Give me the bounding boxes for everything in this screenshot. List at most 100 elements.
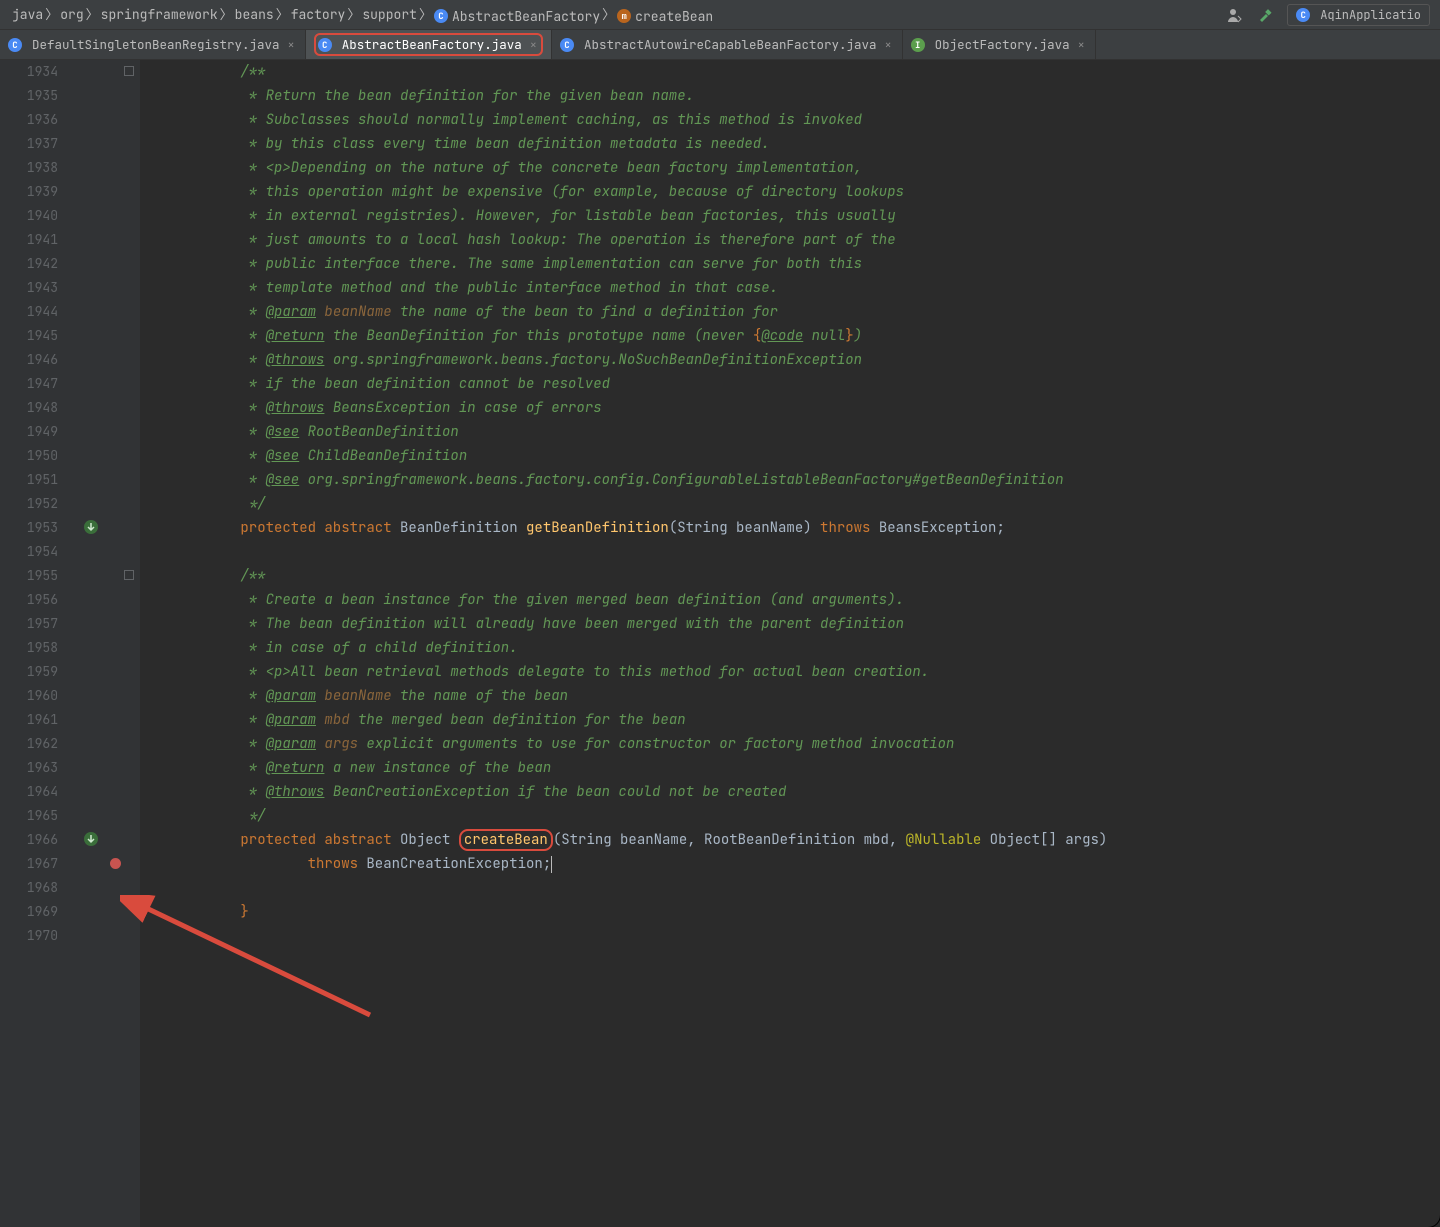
margin-row[interactable]	[70, 540, 140, 564]
code-line[interactable]: * template method and the public interfa…	[148, 276, 1440, 300]
code-line[interactable]: * by this class every time bean definiti…	[148, 132, 1440, 156]
code-line[interactable]: /**	[148, 60, 1440, 84]
code-line[interactable]: * @param beanName the name of the bean t…	[148, 300, 1440, 324]
code-line[interactable]: * The bean definition will already have …	[148, 612, 1440, 636]
breadcrumb-item[interactable]: CAbstractBeanFactory	[432, 8, 602, 25]
code-line[interactable]: * @return the BeanDefinition for this pr…	[148, 324, 1440, 348]
margin-row[interactable]	[70, 468, 140, 492]
breadcrumb-item[interactable]: java	[10, 6, 45, 23]
code-line[interactable]: * Subclasses should normally implement c…	[148, 108, 1440, 132]
code-line[interactable]: * public interface there. The same imple…	[148, 252, 1440, 276]
margin-row[interactable]	[70, 588, 140, 612]
margin-row[interactable]	[70, 612, 140, 636]
code-line[interactable]: * Create a bean instance for the given m…	[148, 588, 1440, 612]
code-line[interactable]: * @param args explicit arguments to use …	[148, 732, 1440, 756]
margin-row[interactable]	[70, 708, 140, 732]
run-config-selector[interactable]: C AqinApplicatio	[1287, 4, 1430, 26]
margin-row[interactable]	[70, 756, 140, 780]
code-line[interactable]: * @param mbd the merged bean definition …	[148, 708, 1440, 732]
editor-tab[interactable]: CAbstractBeanFactory.java×	[306, 30, 552, 59]
code-line[interactable]: * <p>All bean retrieval methods delegate…	[148, 660, 1440, 684]
code-line[interactable]: * @param beanName the name of the bean	[148, 684, 1440, 708]
margin-row[interactable]	[70, 372, 140, 396]
breadcrumb-item[interactable]: org	[58, 6, 85, 23]
margin-row[interactable]	[70, 516, 140, 540]
fold-icon[interactable]	[124, 66, 134, 76]
code-line[interactable]: */	[148, 804, 1440, 828]
code-line[interactable]: * @see org.springframework.beans.factory…	[148, 468, 1440, 492]
margin-row[interactable]	[70, 252, 140, 276]
margin-row[interactable]	[70, 84, 140, 108]
build-icon[interactable]	[1257, 7, 1273, 23]
code-line[interactable]	[148, 540, 1440, 564]
tab-close-icon[interactable]: ×	[882, 37, 893, 53]
margin-row[interactable]	[70, 492, 140, 516]
tab-close-icon[interactable]: ×	[528, 37, 539, 53]
code-line[interactable]: */	[148, 492, 1440, 516]
breakpoint-icon[interactable]	[110, 858, 121, 869]
margin-row[interactable]	[70, 324, 140, 348]
code-line[interactable]: protected abstract Object createBean(Str…	[148, 828, 1440, 852]
code-line[interactable]: * @return a new instance of the bean	[148, 756, 1440, 780]
code-line[interactable]: * Return the bean definition for the giv…	[148, 84, 1440, 108]
code-line[interactable]: * @throws BeanCreationException if the b…	[148, 780, 1440, 804]
fold-icon[interactable]	[124, 570, 134, 580]
margin-row[interactable]	[70, 228, 140, 252]
margin-row[interactable]	[70, 132, 140, 156]
code-line[interactable]: }	[148, 900, 1440, 924]
margin-row[interactable]	[70, 180, 140, 204]
margin-row[interactable]	[70, 420, 140, 444]
breadcrumb-item[interactable]: mcreateBean	[615, 8, 715, 25]
margin-row[interactable]	[70, 636, 140, 660]
code-line[interactable]	[148, 924, 1440, 948]
code-area[interactable]: /** * Return the bean definition for the…	[140, 60, 1440, 1227]
margin-row[interactable]	[70, 348, 140, 372]
code-line[interactable]: throws BeanCreationException;	[148, 852, 1440, 876]
margin-row[interactable]	[70, 660, 140, 684]
code-line[interactable]: * just amounts to a local hash lookup: T…	[148, 228, 1440, 252]
code-editor[interactable]: 1934193519361937193819391940194119421943…	[0, 60, 1440, 1227]
margin-row[interactable]	[70, 780, 140, 804]
override-icon[interactable]	[84, 520, 98, 534]
tab-close-icon[interactable]: ×	[286, 37, 297, 53]
margin-row[interactable]	[70, 204, 140, 228]
margin-row[interactable]	[70, 276, 140, 300]
code-line[interactable]: * in case of a child definition.	[148, 636, 1440, 660]
code-line[interactable]: * @throws org.springframework.beans.fact…	[148, 348, 1440, 372]
editor-tab[interactable]: CDefaultSingletonBeanRegistry.java×	[0, 30, 306, 59]
code-line[interactable]: * @throws BeansException in case of erro…	[148, 396, 1440, 420]
editor-tab[interactable]: CAbstractAutowireCapableBeanFactory.java…	[552, 30, 903, 59]
tab-close-icon[interactable]: ×	[1076, 37, 1087, 53]
user-icon[interactable]	[1227, 7, 1243, 23]
breadcrumb-item[interactable]: support	[360, 6, 419, 23]
code-line[interactable]: * if the bean definition cannot be resol…	[148, 372, 1440, 396]
margin-row[interactable]	[70, 108, 140, 132]
margin-row[interactable]	[70, 60, 140, 84]
breadcrumb-item[interactable]: factory	[289, 6, 348, 23]
code-line[interactable]: * <p>Depending on the nature of the conc…	[148, 156, 1440, 180]
code-line[interactable]: * in external registries). However, for …	[148, 204, 1440, 228]
breadcrumb-item[interactable]: beans	[233, 6, 276, 23]
code-line[interactable]: /**	[148, 564, 1440, 588]
margin-row[interactable]	[70, 924, 140, 948]
margin-row[interactable]	[70, 828, 140, 852]
breadcrumb-item[interactable]: springframework	[99, 6, 220, 23]
margin-row[interactable]	[70, 900, 140, 924]
margin-row[interactable]	[70, 732, 140, 756]
code-line[interactable]: * this operation might be expensive (for…	[148, 180, 1440, 204]
margin-row[interactable]	[70, 876, 140, 900]
margin-row[interactable]	[70, 156, 140, 180]
margin-row[interactable]	[70, 444, 140, 468]
margin-row[interactable]	[70, 300, 140, 324]
margin-row[interactable]	[70, 684, 140, 708]
code-line[interactable]	[148, 876, 1440, 900]
override-icon[interactable]	[84, 832, 98, 846]
margin-row[interactable]	[70, 396, 140, 420]
code-line[interactable]: * @see RootBeanDefinition	[148, 420, 1440, 444]
code-line[interactable]: * @see ChildBeanDefinition	[148, 444, 1440, 468]
margin-row[interactable]	[70, 804, 140, 828]
margin-row[interactable]	[70, 564, 140, 588]
margin-row[interactable]	[70, 852, 140, 876]
code-line[interactable]: protected abstract BeanDefinition getBea…	[148, 516, 1440, 540]
editor-tab[interactable]: IObjectFactory.java×	[903, 30, 1096, 59]
